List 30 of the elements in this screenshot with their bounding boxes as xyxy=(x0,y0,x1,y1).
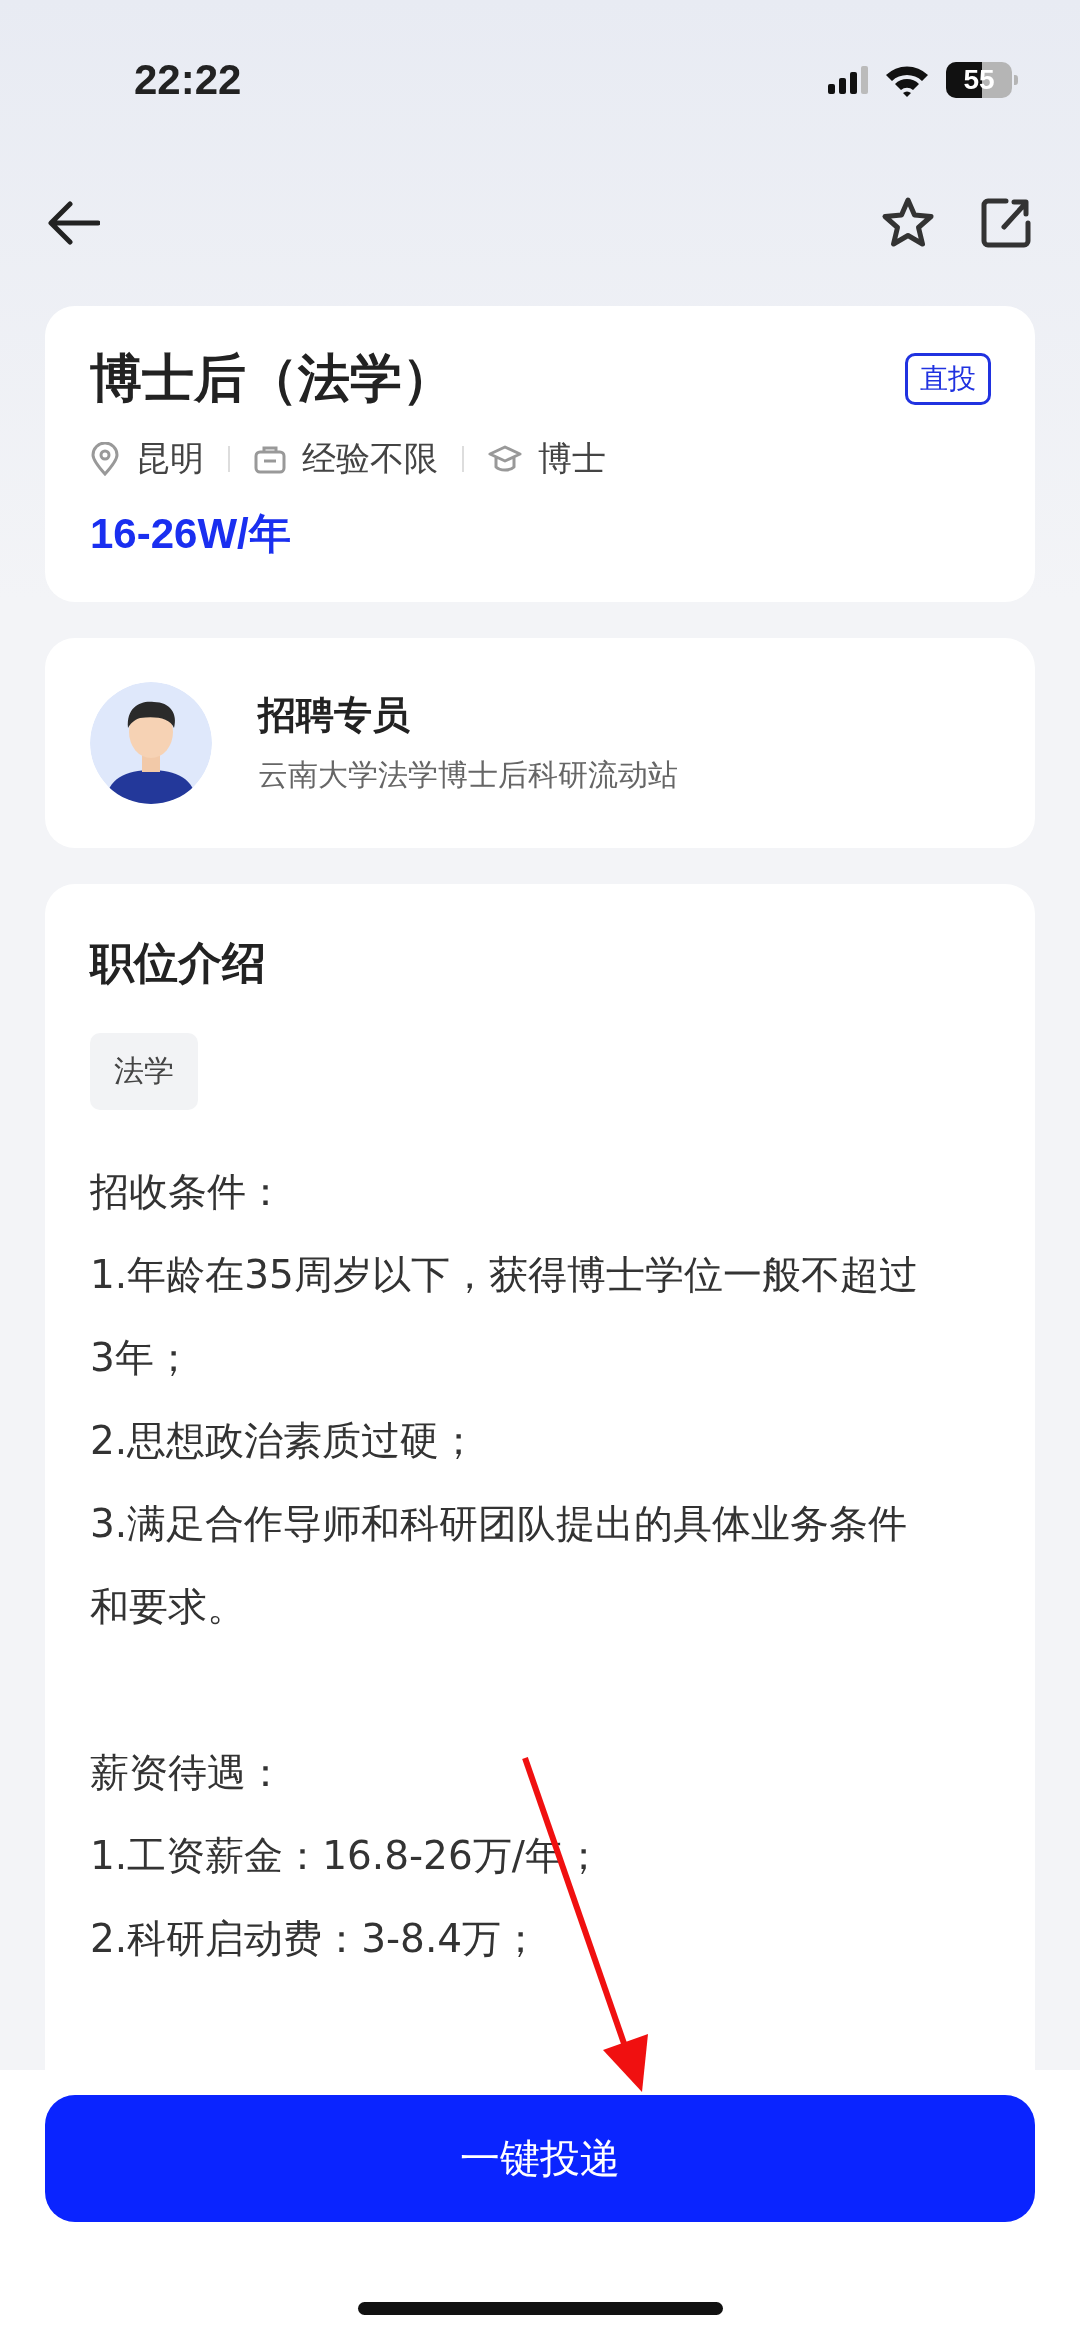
section-heading: 职位介绍 xyxy=(90,936,267,990)
avatar-icon xyxy=(90,682,212,804)
description-text: 薪资待遇： xyxy=(90,1749,286,1797)
job-title: 博士后（法学） xyxy=(90,347,454,410)
location-pin-icon xyxy=(90,442,120,476)
job-meta-text: 经验不限 xyxy=(302,437,438,480)
recruiter-name: 招聘专员 xyxy=(258,692,411,739)
description-text: 2.思想政治素质过硬； xyxy=(90,1417,480,1465)
briefcase-icon xyxy=(254,444,286,474)
wifi-icon xyxy=(884,63,930,97)
signal-icon xyxy=(828,66,868,94)
graduation-cap-icon xyxy=(488,445,522,473)
apply-button[interactable]: 一键投递 xyxy=(45,2095,1035,2222)
description-text: 2.科研启动费：3-8.4万； xyxy=(90,1915,542,1963)
description-text: 1.年龄在35周岁以下，获得博士学位一般不超过 xyxy=(90,1251,919,1299)
job-meta-text: 博士 xyxy=(538,437,606,480)
apply-type-badge: 直投 xyxy=(905,353,991,405)
description-text: 和要求。 xyxy=(90,1583,247,1631)
description-text: 3年； xyxy=(90,1334,194,1382)
back-arrow-icon[interactable] xyxy=(48,201,100,245)
organization-name: 云南大学法学博士后科研流动站 xyxy=(258,756,678,794)
star-icon[interactable] xyxy=(880,196,936,250)
description-text: 招收条件： xyxy=(90,1168,286,1216)
salary-text: 16-26W/年 xyxy=(90,509,292,559)
description-text: 3.满足合作导师和科研团队提出的具体业务条件 xyxy=(90,1500,909,1548)
job-meta-text: 昆明 xyxy=(136,437,204,480)
share-icon[interactable] xyxy=(980,197,1032,249)
status-time: 22:22 xyxy=(134,56,242,104)
tag: 法学 xyxy=(90,1033,198,1110)
recruiter-card[interactable]: 招聘专员 云南大学法学博士后科研流动站 xyxy=(45,638,1035,848)
